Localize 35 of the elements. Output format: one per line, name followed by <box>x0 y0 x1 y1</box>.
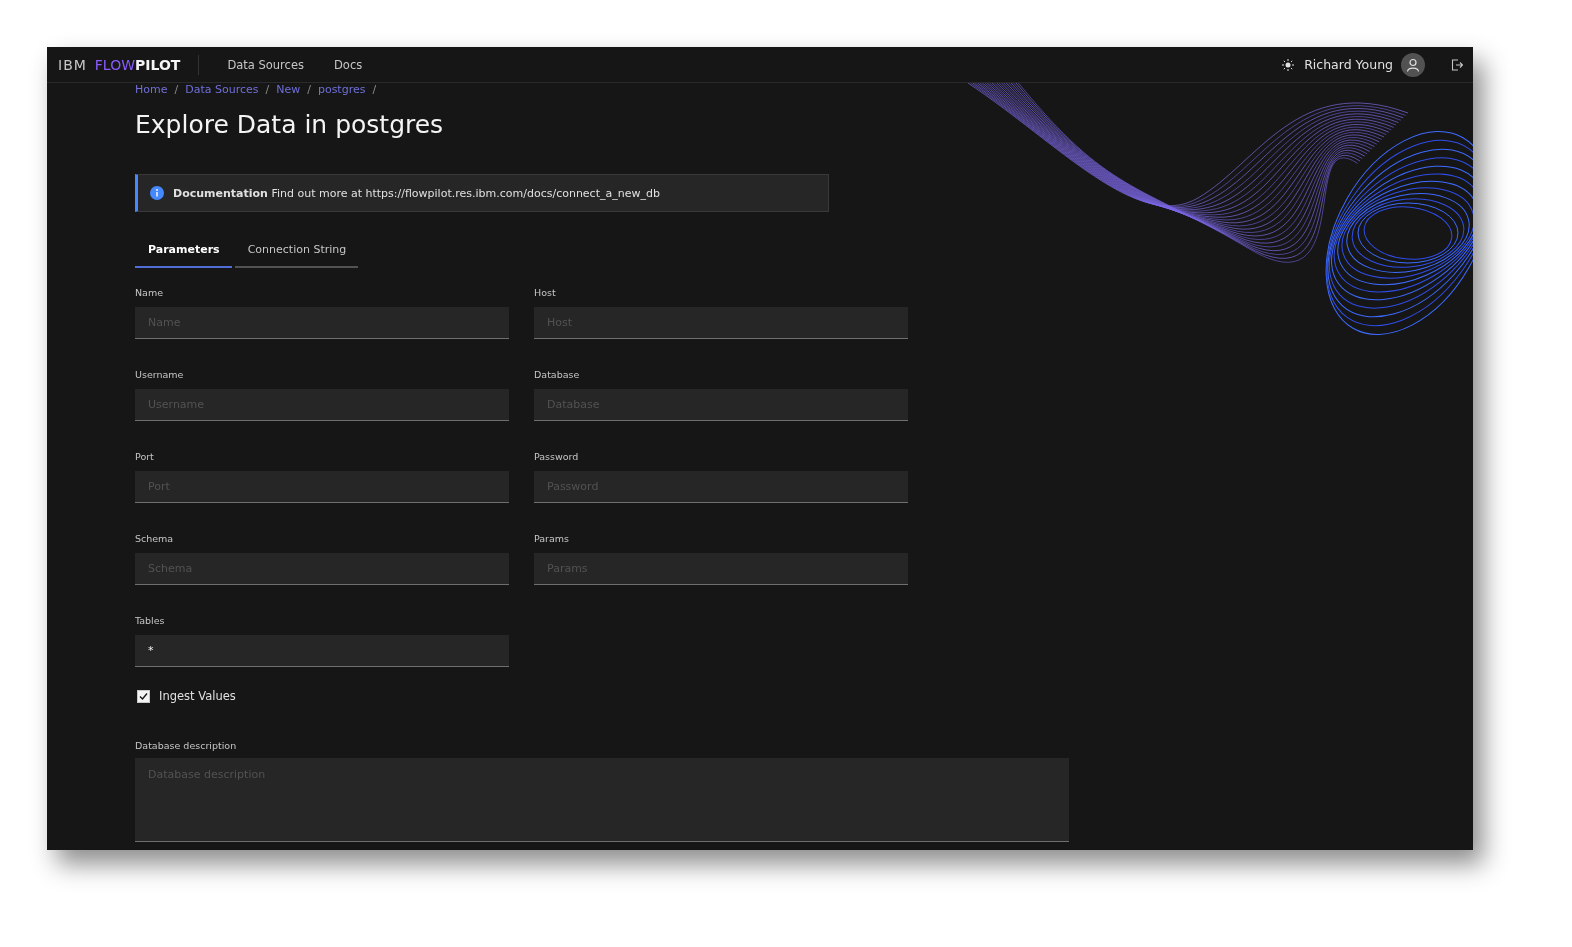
breadcrumb-link[interactable]: Home <box>135 83 168 97</box>
field-label: Tables <box>135 615 166 627</box>
brand-logo-text: IBM <box>58 56 87 73</box>
breadcrumb-link[interactable]: Data Sources <box>185 83 259 97</box>
field-label: Database description <box>135 740 238 752</box>
field-label: Port <box>135 451 155 463</box>
field-label: Password <box>534 451 580 463</box>
nav-link[interactable]: Docs <box>334 57 363 72</box>
sun-icon[interactable] <box>1282 58 1295 71</box>
breadcrumb-separator: / <box>265 83 270 97</box>
avatar-icon[interactable] <box>1401 52 1425 77</box>
breadcrumb-link[interactable]: postgres <box>317 83 366 97</box>
info-icon <box>150 186 164 200</box>
brand-logo-text: PILOT <box>135 56 181 73</box>
notification-text: Documentation Find out more at https://flowpilot.res.ibm.com/docs/connect_a_new_db <box>173 186 660 200</box>
checkbox-label: Ingest Values <box>159 689 236 703</box>
tab[interactable]: Parameters <box>135 237 232 268</box>
nav-link[interactable]: Data Sources <box>227 57 304 72</box>
brand-logo-text: FLOW <box>94 56 136 73</box>
field-label: Params <box>534 533 571 545</box>
field-label: Username <box>135 369 185 381</box>
field-label: Host <box>534 287 557 299</box>
breadcrumb-separator: / <box>174 83 179 97</box>
input-field[interactable]: * <box>135 635 509 667</box>
page-title: Explore Data in postgres <box>135 109 445 141</box>
field-label: Name <box>135 287 165 299</box>
logout-icon[interactable] <box>1451 58 1463 71</box>
breadcrumb-separator: / <box>372 83 377 97</box>
field-label: Schema <box>135 533 175 545</box>
checkbox[interactable] <box>137 689 150 703</box>
field-label: Database <box>534 369 581 381</box>
tab[interactable]: Connection String <box>234 237 359 268</box>
user-name: Richard Young <box>1304 57 1393 72</box>
breadcrumb-separator: / <box>307 83 311 97</box>
breadcrumb-link[interactable]: New <box>276 83 301 97</box>
